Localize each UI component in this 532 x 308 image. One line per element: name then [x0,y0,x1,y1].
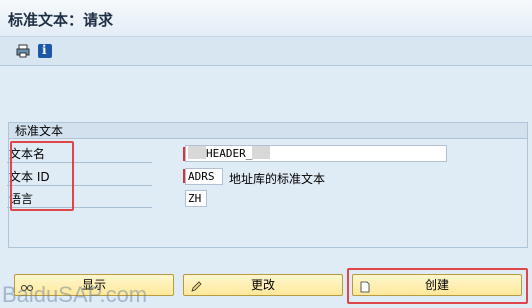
info-icon[interactable] [38,43,52,58]
language-field[interactable]: ZH [185,190,207,207]
watermark: BaiduSAP.com [2,282,148,307]
text-id-description: 地址库的标准文本 [229,172,326,186]
highlight-box-create [347,268,528,304]
change-button[interactable]: 更改 [183,274,343,296]
text-id-value: ADRS [188,170,215,183]
title-bar: 标准文本：请求 [0,0,532,37]
pencil-icon [190,279,202,292]
text-name-value: HEADER_ [206,147,253,160]
redacted-block [188,146,206,159]
text-name-field[interactable]: HEADER_ [185,145,447,162]
change-button-label: 更改 [250,278,275,292]
highlight-box-labels [10,141,74,211]
page-title: 标准文本：请求 [8,11,114,29]
text-id-field[interactable]: ADRS [185,168,223,185]
group-title: 标准文本 [9,123,527,139]
language-value: ZH [188,192,202,205]
application-toolbar [0,37,532,66]
redacted-block [252,146,271,159]
print-icon[interactable] [16,44,30,58]
